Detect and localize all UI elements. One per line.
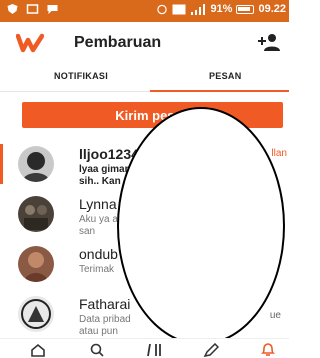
wattpad-logo-icon[interactable]	[16, 32, 44, 54]
battery-percent: 91%	[210, 3, 233, 15]
avatar	[18, 246, 54, 282]
message-sender: Lynna	[79, 196, 117, 212]
bottom-nav	[0, 338, 289, 358]
tab-notifikasi[interactable]: NOTIFIKASI	[54, 71, 108, 81]
tab-pesan[interactable]: PESAN	[209, 71, 242, 81]
notifications-icon[interactable]	[260, 343, 276, 357]
message-sender: Fatharai	[79, 296, 131, 312]
page-title: Pembaruan	[74, 34, 162, 51]
avatar	[18, 196, 54, 232]
battery-icon	[236, 4, 255, 14]
status-bar: 91% 09.22	[0, 0, 289, 22]
hd-icon	[172, 4, 186, 14]
signal-icon	[191, 3, 206, 15]
message-sender: ondub	[79, 246, 118, 262]
write-icon[interactable]	[203, 343, 219, 357]
search-icon[interactable]	[89, 343, 105, 357]
avatar	[18, 296, 54, 332]
active-tab-indicator	[150, 90, 289, 92]
message-meta: ue	[269, 310, 281, 321]
library-icon[interactable]	[147, 343, 163, 357]
image-icon	[26, 4, 39, 14]
clock: 09.22	[258, 3, 286, 15]
shield-icon	[7, 4, 18, 14]
message-time: llan	[271, 148, 287, 159]
chat-icon	[47, 5, 58, 14]
redaction-oval	[117, 107, 285, 345]
alarm-icon	[157, 4, 168, 14]
home-icon[interactable]	[30, 343, 46, 357]
add-person-icon[interactable]	[257, 32, 281, 52]
app-header: Pembaruan	[0, 22, 289, 64]
avatar	[18, 146, 54, 182]
tab-bar: NOTIFIKASI PESAN	[0, 64, 289, 92]
